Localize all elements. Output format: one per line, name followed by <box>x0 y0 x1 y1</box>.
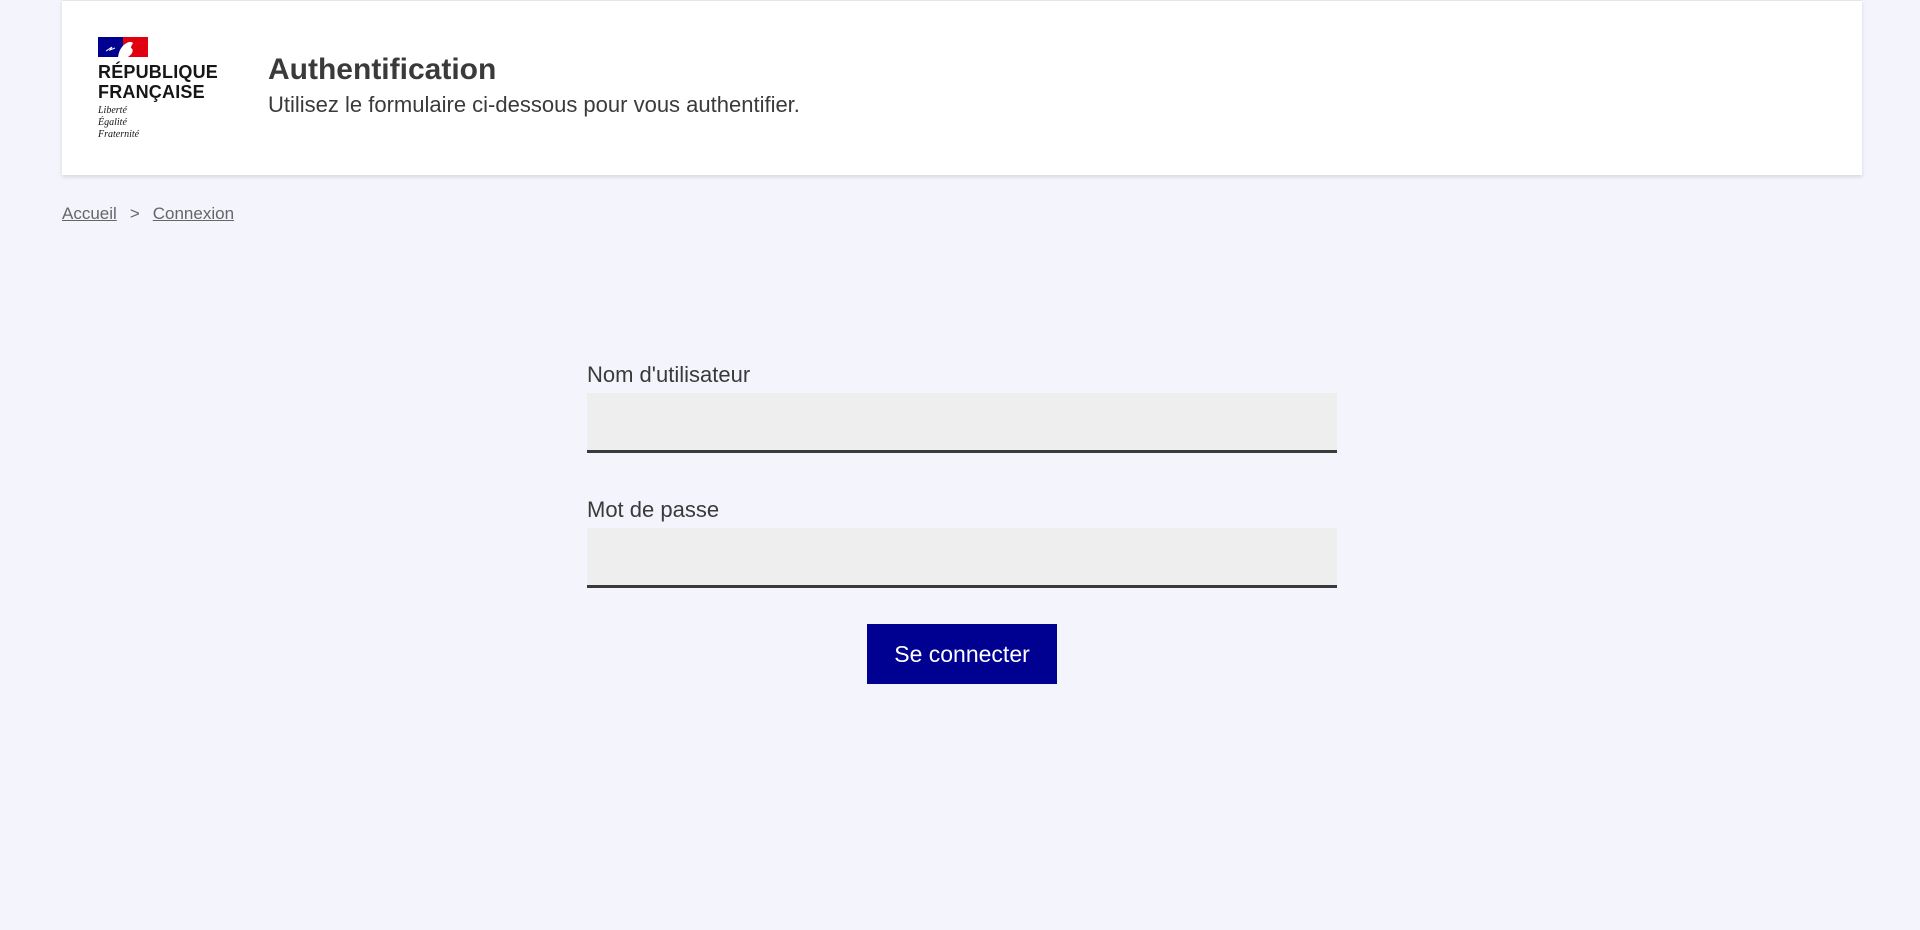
breadcrumb-item-accueil[interactable]: Accueil <box>62 204 117 224</box>
username-label: Nom d'utilisateur <box>587 362 751 387</box>
username-field-group: Nom d'utilisateur <box>587 360 1337 453</box>
username-input[interactable] <box>587 393 1337 453</box>
header-text: Authentification Utilisez le formulaire … <box>268 51 800 119</box>
breadcrumb: Accueil > Connexion <box>62 204 234 224</box>
password-input[interactable] <box>587 528 1337 588</box>
site-header: RÉPUBLIQUE FRANÇAISE Liberté Égalité Fra… <box>62 0 1862 175</box>
page-subtitle: Utilisez le formulaire ci-dessous pour v… <box>268 92 800 117</box>
motto-fraternite: Fraternité <box>98 129 140 140</box>
motto-egalite: Égalité <box>98 117 127 128</box>
marianne-flag-icon <box>98 37 148 57</box>
motto-liberte: Liberté <box>98 105 127 116</box>
password-field-group: Mot de passe <box>587 495 1337 588</box>
breadcrumb-separator: > <box>129 204 140 223</box>
password-label: Mot de passe <box>587 497 720 522</box>
republique-francaise-logo[interactable]: RÉPUBLIQUE FRANÇAISE Liberté Égalité Fra… <box>98 37 228 141</box>
submit-wrap: Se connecter <box>587 624 1337 684</box>
page: RÉPUBLIQUE FRANÇAISE Liberté Égalité Fra… <box>0 0 1920 930</box>
login-button[interactable]: Se connecter <box>867 624 1057 684</box>
page-title: Authentification <box>268 53 497 86</box>
logo-name: RÉPUBLIQUE FRANÇAISE <box>98 62 219 102</box>
logo-motto: Liberté Égalité Fraternité <box>98 105 228 141</box>
breadcrumb-item-connexion[interactable]: Connexion <box>153 204 234 224</box>
login-form: Nom d'utilisateur Mot de passe Se connec… <box>587 360 1337 684</box>
